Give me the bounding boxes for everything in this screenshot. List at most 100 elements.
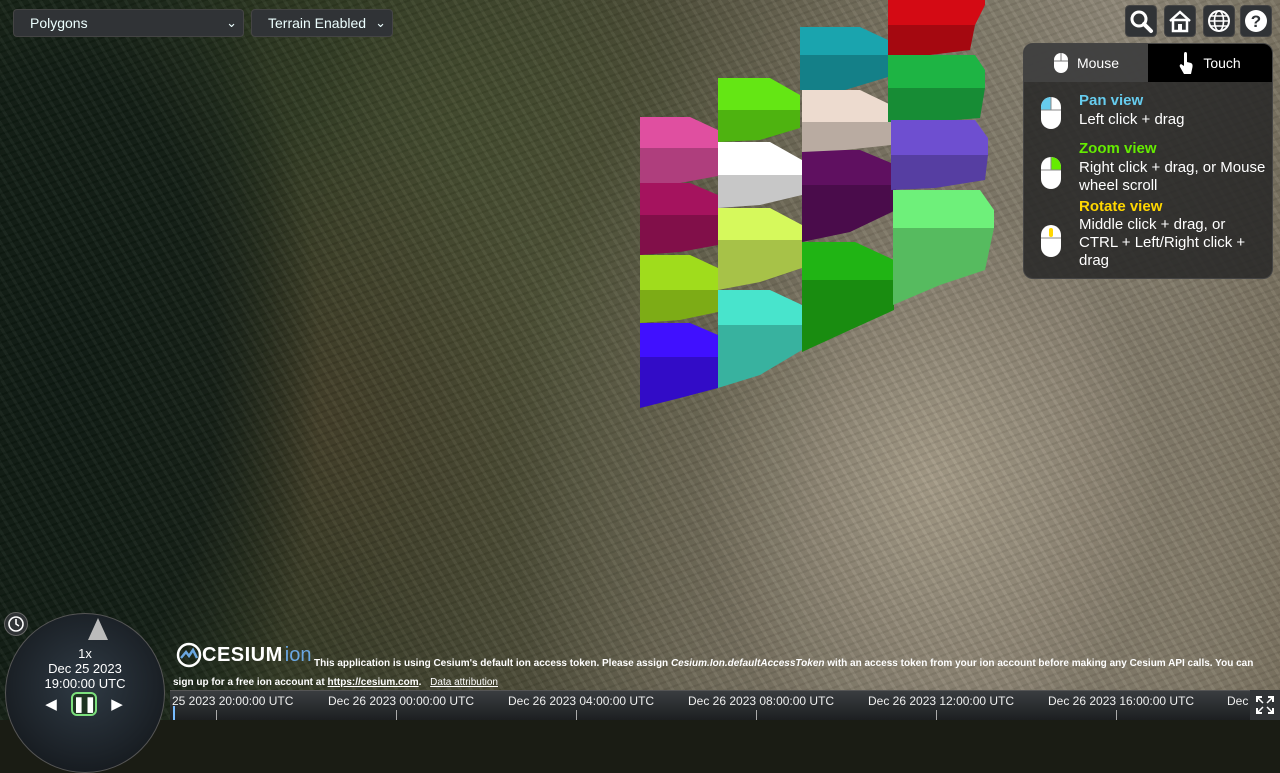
polygon-top-face bbox=[802, 242, 894, 280]
cesium-link[interactable]: https://cesium.com bbox=[327, 677, 418, 688]
chevron-down-icon: ⌄ bbox=[375, 15, 386, 30]
home-icon bbox=[1169, 10, 1191, 33]
signup-prefix: sign up for a free ion account at bbox=[173, 677, 328, 688]
extruded-polygon[interactable] bbox=[800, 27, 888, 90]
timeline-tick bbox=[216, 710, 217, 720]
polygon-side-face bbox=[640, 215, 718, 255]
scene-mode-button[interactable] bbox=[1203, 5, 1235, 37]
polygon-side-face bbox=[718, 240, 802, 290]
timeline-label: Dec 26 2023 00:00:00 UTC bbox=[328, 694, 475, 708]
polygon-top-face bbox=[718, 290, 802, 325]
polygon-top-face bbox=[800, 27, 888, 55]
animation-time: 19:00:00 UTC bbox=[44, 676, 126, 691]
animation-widget: 1x Dec 25 2023 19:00:00 UTC ◀ ❚❚ ▶ bbox=[0, 608, 170, 773]
timeline-label: Dec 26 2023 04:00:00 UTC bbox=[508, 694, 655, 708]
tab-mouse-label: Mouse bbox=[1076, 55, 1120, 71]
polygon-top-face bbox=[640, 183, 718, 215]
navigation-help-panel: Mouse Touch Pan view Left click + drag Z… bbox=[1023, 43, 1273, 279]
timeline-tick bbox=[756, 710, 757, 720]
polygon-top-face bbox=[718, 208, 802, 240]
navigation-help-tabs: Mouse Touch bbox=[1024, 44, 1272, 82]
realtime-clock-button[interactable] bbox=[4, 612, 28, 636]
extruded-polygon[interactable] bbox=[718, 142, 802, 208]
polygon-side-face bbox=[640, 148, 718, 183]
timeline[interactable]: 25 2023 20:00:00 UTC Dec 26 2023 00:00:0… bbox=[170, 690, 1250, 720]
extruded-polygon[interactable] bbox=[640, 323, 718, 408]
cesium-logo-text: CESIUM bbox=[202, 643, 283, 666]
extruded-polygon[interactable] bbox=[718, 78, 800, 142]
rotate-view-title: Rotate view bbox=[1079, 198, 1163, 215]
zoom-view-title: Zoom view bbox=[1079, 140, 1157, 157]
polygon-side-face bbox=[800, 55, 888, 90]
polygon-top-face bbox=[888, 0, 985, 25]
extruded-polygon[interactable] bbox=[718, 290, 802, 388]
data-attribution-link[interactable]: Data attribution bbox=[430, 677, 498, 688]
signup-suffix: . bbox=[418, 677, 422, 688]
polygon-top-face bbox=[893, 190, 994, 228]
fullscreen-button[interactable] bbox=[1250, 690, 1280, 720]
timeline-needle[interactable] bbox=[173, 706, 175, 720]
terrain-select[interactable]: Terrain Enabled ⌄ bbox=[251, 9, 393, 37]
extruded-polygon[interactable] bbox=[640, 255, 718, 323]
mouse-left-click-icon bbox=[1041, 97, 1061, 129]
extruded-polygon[interactable] bbox=[802, 242, 894, 352]
timeline-tick bbox=[576, 710, 577, 720]
clock-icon bbox=[8, 616, 24, 632]
polygon-side-face bbox=[891, 155, 988, 190]
pan-view-title: Pan view bbox=[1079, 92, 1144, 109]
scenario-select[interactable]: Polygons ⌄ bbox=[13, 9, 244, 37]
zoom-view-description: Right click + drag, or Mouse wheel scrol… bbox=[1079, 159, 1266, 194]
home-button[interactable] bbox=[1164, 5, 1196, 37]
polygon-side-face bbox=[640, 357, 718, 408]
polygon-side-face bbox=[718, 325, 802, 388]
globe-icon bbox=[1208, 10, 1230, 32]
ion-signup-line: sign up for a free ion account at https:… bbox=[173, 677, 498, 688]
extruded-polygon[interactable] bbox=[718, 208, 802, 290]
play-forward-button[interactable]: ▶ bbox=[104, 692, 130, 716]
tab-mouse[interactable]: Mouse bbox=[1024, 44, 1148, 82]
polygon-side-face bbox=[893, 228, 994, 305]
polygon-top-face bbox=[888, 55, 985, 88]
token-code: Cesium.Ion.defaultAccessToken bbox=[670, 658, 825, 669]
ion-token-warning: This application is using Cesium's defau… bbox=[314, 658, 1253, 669]
terrain-select-value: Terrain Enabled bbox=[268, 15, 367, 31]
chevron-down-icon: ⌄ bbox=[226, 15, 237, 30]
polygon-side-face bbox=[802, 185, 896, 242]
polygon-top-face bbox=[718, 142, 802, 175]
shuttle-ring-pointer[interactable] bbox=[86, 616, 110, 646]
extruded-polygon[interactable] bbox=[893, 190, 994, 305]
polygon-top-face bbox=[640, 323, 718, 357]
polygon-top-face bbox=[891, 120, 988, 155]
token-warning-prefix: This application is using Cesium's defau… bbox=[314, 658, 671, 669]
mouse-middle-click-icon bbox=[1041, 225, 1061, 257]
geocoder-search-button[interactable] bbox=[1125, 5, 1157, 37]
navigation-help-button[interactable]: ? bbox=[1240, 5, 1272, 37]
rotate-view-description: Middle click + drag, or CTRL + Left/Righ… bbox=[1079, 216, 1246, 269]
extruded-polygon[interactable] bbox=[640, 183, 718, 255]
cesium-logo-icon bbox=[176, 642, 202, 668]
mouse-icon bbox=[1053, 53, 1068, 73]
play-reverse-button[interactable]: ◀ bbox=[38, 692, 64, 716]
polygon-top-face bbox=[802, 90, 891, 122]
extruded-polygon[interactable] bbox=[888, 0, 985, 55]
search-icon bbox=[1130, 10, 1153, 33]
scenario-select-value: Polygons bbox=[30, 15, 88, 31]
pause-icon: ❚❚ bbox=[72, 696, 96, 713]
cesium-logo-ion: ion bbox=[284, 643, 312, 666]
extruded-polygon[interactable] bbox=[891, 120, 988, 190]
cesium-ion-logo[interactable]: CESIUM ion bbox=[176, 641, 312, 669]
extruded-polygon[interactable] bbox=[888, 55, 985, 122]
play-reverse-icon: ◀ bbox=[45, 696, 57, 713]
extruded-polygon[interactable] bbox=[640, 117, 718, 183]
tab-touch-label: Touch bbox=[1203, 55, 1241, 71]
pause-button[interactable]: ❚❚ bbox=[71, 692, 97, 716]
timeline-tick bbox=[936, 710, 937, 720]
polygon-side-face bbox=[888, 88, 985, 122]
polygon-top-face bbox=[802, 150, 896, 185]
tab-touch[interactable]: Touch bbox=[1148, 44, 1272, 82]
extruded-polygon[interactable] bbox=[802, 90, 891, 152]
help-icon: ? bbox=[1245, 10, 1267, 32]
timeline-label: Dec bbox=[1227, 694, 1249, 708]
extruded-polygon[interactable] bbox=[802, 150, 896, 242]
timeline-label: 25 2023 20:00:00 UTC bbox=[172, 694, 294, 708]
